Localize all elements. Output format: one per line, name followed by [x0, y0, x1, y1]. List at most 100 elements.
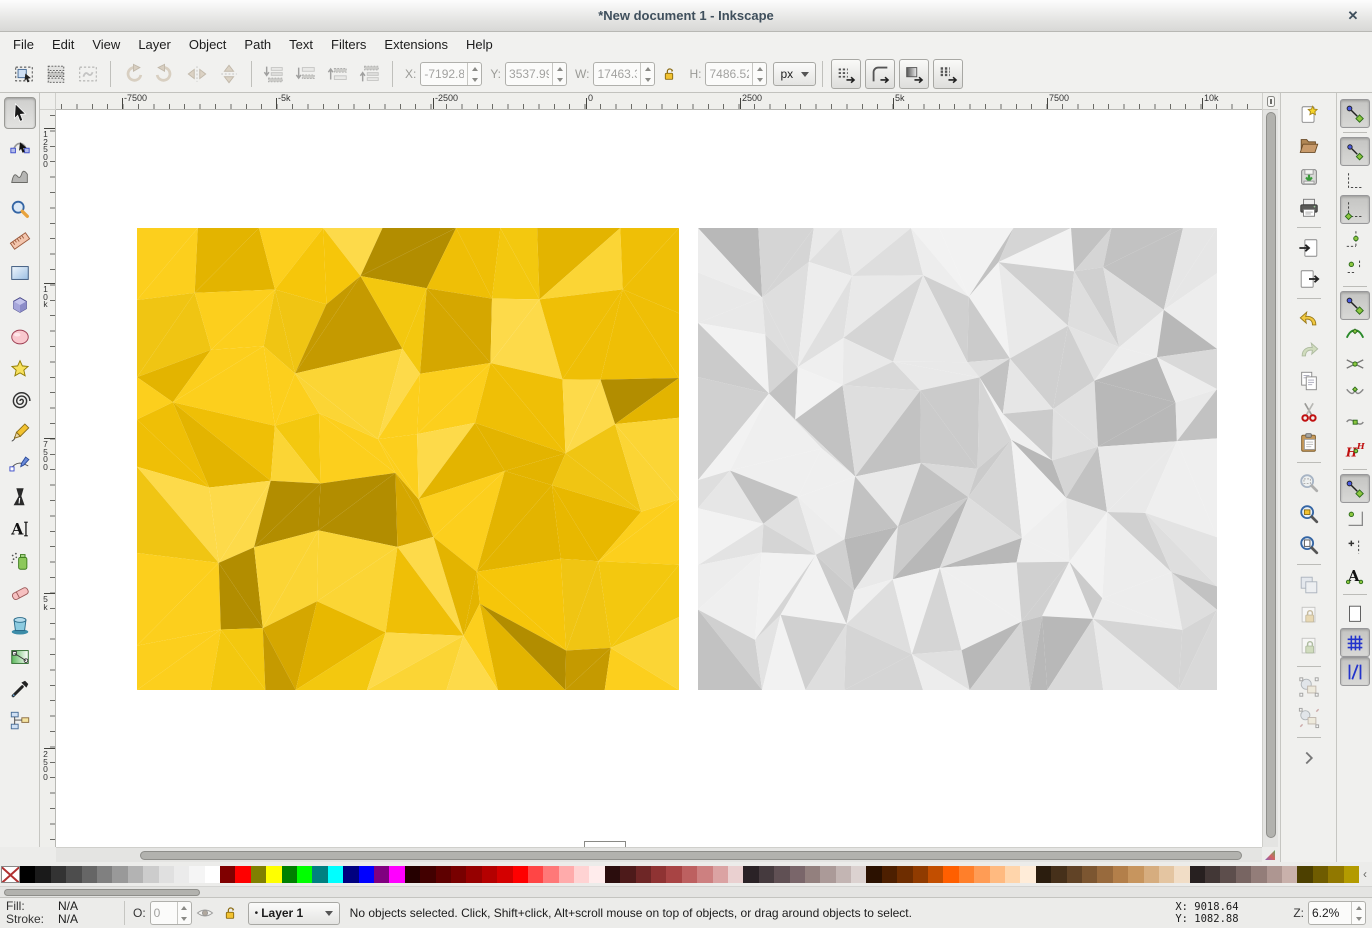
- h-spinbox[interactable]: [705, 62, 767, 86]
- palette-swatch[interactable]: [1297, 866, 1312, 883]
- y-input[interactable]: [506, 63, 552, 85]
- palette-swatch[interactable]: [436, 866, 451, 883]
- commands-overflow-button[interactable]: [1293, 742, 1324, 773]
- palette-swatch[interactable]: [235, 866, 250, 883]
- snap-cusp-nodes-toggle[interactable]: [1340, 378, 1370, 407]
- select-all-button[interactable]: [9, 59, 39, 89]
- imported-image-yellow-lowpoly[interactable]: [137, 228, 679, 690]
- tool-paint-bucket[interactable]: [4, 609, 36, 641]
- palette-swatch[interactable]: [51, 866, 66, 883]
- palette-swatch[interactable]: [374, 866, 389, 883]
- palette-swatch[interactable]: [1251, 866, 1266, 883]
- menu-object[interactable]: Object: [180, 34, 236, 55]
- raise-to-top-button[interactable]: [355, 59, 385, 89]
- tool-rectangle[interactable]: [4, 257, 36, 289]
- new-document-button[interactable]: [1293, 99, 1324, 130]
- palette-swatch[interactable]: [974, 866, 989, 883]
- zoom-spin-arrows[interactable]: [1351, 902, 1365, 924]
- tool-zoom[interactable]: [4, 193, 36, 225]
- palette-swatch[interactable]: [1313, 866, 1328, 883]
- tool-calligraphy[interactable]: [4, 481, 36, 513]
- copy-button[interactable]: [1293, 365, 1324, 396]
- tool-measure[interactable]: [4, 225, 36, 257]
- palette-swatch[interactable]: [866, 866, 881, 883]
- palette-swatch[interactable]: [805, 866, 820, 883]
- palette-swatch[interactable]: [1036, 866, 1051, 883]
- unlink-clone-button[interactable]: [1293, 631, 1324, 662]
- menu-extensions[interactable]: Extensions: [375, 34, 457, 55]
- snap-other-points-toggle[interactable]: [1340, 474, 1370, 503]
- snap-bbox-edges-toggle[interactable]: [1340, 166, 1370, 195]
- group-button[interactable]: [1293, 671, 1324, 702]
- palette-swatch[interactable]: [1328, 866, 1343, 883]
- palette-swatch[interactable]: [159, 866, 174, 883]
- menu-help[interactable]: Help: [457, 34, 502, 55]
- menu-file[interactable]: File: [4, 34, 43, 55]
- lower-one-step-button[interactable]: [291, 59, 321, 89]
- deselect-button[interactable]: [73, 59, 103, 89]
- zoom-page-button[interactable]: [1293, 529, 1324, 560]
- palette-swatch[interactable]: [790, 866, 805, 883]
- w-spin-arrows[interactable]: [640, 63, 654, 85]
- palette-swatch[interactable]: [297, 866, 312, 883]
- palette-swatch[interactable]: [1236, 866, 1251, 883]
- palette-swatch[interactable]: [82, 866, 97, 883]
- palette-swatch[interactable]: [990, 866, 1005, 883]
- zoom-drawing-button[interactable]: [1293, 498, 1324, 529]
- palette-swatch[interactable]: [713, 866, 728, 883]
- affect-corners-toggle[interactable]: [865, 59, 895, 89]
- palette-swatch[interactable]: [1282, 866, 1297, 883]
- tool-eraser[interactable]: [4, 577, 36, 609]
- menu-layer[interactable]: Layer: [129, 34, 180, 55]
- canvas[interactable]: [56, 110, 1262, 847]
- opacity-spinbox[interactable]: [150, 901, 192, 925]
- layer-visibility-eye-icon[interactable]: [194, 902, 216, 924]
- open-document-button[interactable]: [1293, 130, 1324, 161]
- zoom-input[interactable]: [1309, 902, 1351, 924]
- select-all-layers-button[interactable]: [41, 59, 71, 89]
- palette-swatch[interactable]: [1082, 866, 1097, 883]
- menu-edit[interactable]: Edit: [43, 34, 83, 55]
- imported-image-gray-lowpoly[interactable]: [698, 228, 1217, 690]
- menu-view[interactable]: View: [83, 34, 129, 55]
- current-layer-dropdown[interactable]: • Layer 1: [248, 902, 340, 925]
- create-clone-button[interactable]: [1293, 600, 1324, 631]
- snap-bbox-centers-toggle[interactable]: [1340, 253, 1370, 282]
- palette-swatch[interactable]: [1344, 866, 1359, 883]
- tool-ellipse[interactable]: [4, 321, 36, 353]
- palette-swatch[interactable]: [35, 866, 50, 883]
- flip-horizontal-button[interactable]: [182, 59, 212, 89]
- horizontal-scrollbar-thumb[interactable]: [140, 851, 1242, 860]
- redo-button[interactable]: [1293, 334, 1324, 365]
- palette-swatch[interactable]: [574, 866, 589, 883]
- palette-swatch[interactable]: [143, 866, 158, 883]
- palette-swatch[interactable]: [928, 866, 943, 883]
- x-input[interactable]: [421, 63, 467, 85]
- palette-swatch[interactable]: [836, 866, 851, 883]
- palette-swatch[interactable]: [820, 866, 835, 883]
- affect-gradient-toggle[interactable]: [899, 59, 929, 89]
- menu-filters[interactable]: Filters: [322, 34, 375, 55]
- tool-3d-box[interactable]: [4, 289, 36, 321]
- palette-swatch[interactable]: [682, 866, 697, 883]
- tool-bezier-pen[interactable]: [4, 449, 36, 481]
- zoom-selection-button[interactable]: [1293, 467, 1324, 498]
- sticky-zoom-toggle[interactable]: [1262, 93, 1278, 110]
- snap-bbox-toggle[interactable]: [1340, 137, 1370, 166]
- y-spinbox[interactable]: [505, 62, 567, 86]
- undo-button[interactable]: [1293, 303, 1324, 334]
- horizontal-ruler[interactable]: -7500-5k-2500025005k750010k: [56, 93, 1262, 110]
- y-spin-arrows[interactable]: [552, 63, 566, 85]
- palette-swatch[interactable]: [1144, 866, 1159, 883]
- palette-swatch[interactable]: [97, 866, 112, 883]
- import-button[interactable]: [1293, 232, 1324, 263]
- tool-dropper[interactable]: [4, 673, 36, 705]
- palette-swatch[interactable]: [651, 866, 666, 883]
- paste-button[interactable]: [1293, 427, 1324, 458]
- snap-text-baseline-toggle[interactable]: A: [1340, 561, 1370, 590]
- palette-swatch[interactable]: [451, 866, 466, 883]
- palette-swatch[interactable]: [1159, 866, 1174, 883]
- palette-swatch[interactable]: [343, 866, 358, 883]
- palette-swatch[interactable]: [589, 866, 604, 883]
- palette-swatch[interactable]: [266, 866, 281, 883]
